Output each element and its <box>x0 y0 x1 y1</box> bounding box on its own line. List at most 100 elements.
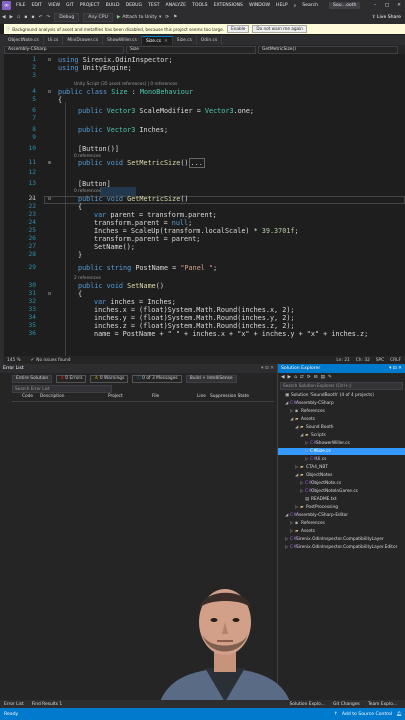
tree-item[interactable]: ▤ README.txt <box>278 496 405 503</box>
live-share-button[interactable]: ⇪ Live Share <box>372 15 401 20</box>
minimize-icon[interactable]: – <box>369 3 381 8</box>
tree-item[interactable]: ▷ C#Ui.cs <box>278 456 405 463</box>
col-line[interactable]: Line <box>197 394 206 399</box>
show-all-icon[interactable]: ▤ <box>321 375 325 380</box>
menu-debug[interactable]: DEBUG <box>123 3 146 8</box>
properties-icon[interactable]: ✎ <box>328 375 332 380</box>
tree-item[interactable]: ▷ C#ShowerWiller.cs <box>278 440 405 447</box>
tree-item[interactable]: ▷ ▪ References <box>278 408 405 415</box>
collapse-all-icon[interactable]: ⊟ <box>314 375 318 380</box>
menu-build[interactable]: BUILD <box>103 3 123 8</box>
tab-showwiller[interactable]: ShowWiller.cs <box>103 36 142 45</box>
tree-item[interactable]: ▷ ▰ PostProcessing <box>278 504 405 511</box>
tab-odin[interactable]: Odin.cs <box>197 36 223 45</box>
menu-git[interactable]: GIT <box>63 3 77 8</box>
col-code[interactable]: Code <box>22 394 33 399</box>
menu-test[interactable]: TEST <box>145 3 162 8</box>
tree-item[interactable]: ▣ Solution 'SoundBooth' (4 of 4 projects) <box>278 392 405 399</box>
tree-item[interactable]: ▷ ▪ References <box>278 520 405 527</box>
enable-button[interactable]: Enable <box>227 25 250 33</box>
line-ending-indicator[interactable]: CRLF <box>390 358 401 363</box>
panel-controls[interactable]: ▾ ⊡ ✕ <box>261 366 274 371</box>
tree-item[interactable]: ▷ C#ObjectNoteInGame.cs <box>278 488 405 495</box>
collapse-icon[interactable]: ⊟ <box>48 88 51 96</box>
tab-find-results[interactable]: Find Results 1 <box>28 702 66 707</box>
do-not-warn-button[interactable]: Do not warn me again <box>252 25 307 33</box>
issues-status[interactable]: No issues found <box>36 358 70 363</box>
class-dropdown[interactable]: Size <box>126 45 256 54</box>
menu-file[interactable]: FILE <box>13 3 28 8</box>
forward-icon[interactable]: ▶ <box>8 15 16 20</box>
tree-item[interactable]: ▷ ▰ Assets <box>278 528 405 535</box>
collapse-icon[interactable]: ⊟ <box>48 195 51 203</box>
menu-tools[interactable]: TOOLS <box>189 3 211 8</box>
member-dropdown[interactable]: GetMetricSize() <box>258 45 398 54</box>
save-all-icon[interactable]: ▪ <box>29 15 36 20</box>
tab-ui[interactable]: Ui.cs <box>44 36 64 45</box>
tab-error-list[interactable]: Error List <box>0 702 28 707</box>
tab-git-changes[interactable]: Git Changes <box>329 702 364 707</box>
zoom-level[interactable]: 145 % <box>4 358 21 363</box>
forward-icon[interactable]: ▶ <box>288 375 292 380</box>
panel-controls[interactable]: ▾ ⊡ ✕ <box>389 366 402 371</box>
col-description[interactable]: Description <box>40 394 64 399</box>
tree-item[interactable]: ▷ C#Size.cs <box>278 448 405 455</box>
tree-item[interactable]: ▷ C#ObjectNote.cs <box>278 480 405 487</box>
error-search-input[interactable]: Search Error List <box>12 385 112 393</box>
platform-dropdown[interactable]: Any CPU <box>83 13 113 22</box>
warnings-filter[interactable]: ⚠ 0 Warnings <box>90 375 129 383</box>
attach-button[interactable]: Attach to Unity <box>122 15 157 20</box>
menu-help[interactable]: HELP <box>273 3 291 8</box>
solution-search-input[interactable]: Search Solution Explorer (Ctrl+;) <box>280 382 403 390</box>
search-icon[interactable]: ⌕ <box>291 3 300 9</box>
build-source-dropdown[interactable]: Build + IntelliSense <box>185 375 237 383</box>
tree-item[interactable]: ◢ ▰ ObjectNotes <box>278 472 405 479</box>
bookmark-icon[interactable]: ⚑ <box>171 15 179 20</box>
home-icon[interactable]: ⌂ <box>294 375 297 380</box>
maximize-icon[interactable]: □ <box>381 3 393 8</box>
collapsed-region[interactable]: ... <box>188 158 205 168</box>
codelens-unity[interactable]: Unity Script (35 asset references) | 0 r… <box>74 82 177 87</box>
scope-dropdown[interactable]: Entire Solution <box>12 375 53 383</box>
tab-size[interactable]: Size.cs <box>173 36 197 45</box>
close-tab-icon[interactable]: ✕ <box>164 39 168 44</box>
refresh-icon[interactable]: ⟳ <box>307 375 311 380</box>
tree-item[interactable]: ◢ C#Assembly-CSharp <box>278 400 405 407</box>
expand-icon[interactable]: ⊞ <box>48 159 51 167</box>
config-dropdown[interactable]: Debug <box>54 13 80 22</box>
tab-solution-explorer[interactable]: Solution Explo... <box>286 702 329 707</box>
new-file-icon[interactable]: ▫ <box>15 15 22 20</box>
play-icon[interactable]: ▶ <box>117 15 121 20</box>
tree-item[interactable]: ◢ ▰ Scripts <box>278 432 405 439</box>
code-editor[interactable]: 1 2 3 4 5 6 7 8 9 10 11 12 13 21 22 23 2… <box>4 54 405 356</box>
col-file[interactable]: File <box>152 394 159 399</box>
tab-minidrawer[interactable]: MiniDrawer.cs <box>63 36 104 45</box>
menu-view[interactable]: VIEW <box>45 3 63 8</box>
menu-extensions[interactable]: EXTENSIONS <box>211 3 246 8</box>
redo-icon[interactable]: ↷ <box>44 15 52 20</box>
tab-objectnote[interactable]: ObjectNote.cs <box>4 36 44 45</box>
back-icon[interactable]: ◀ <box>0 15 8 20</box>
messages-filter[interactable]: ⓘ 0 of 3 Messages <box>132 375 182 383</box>
tree-item[interactable]: ▷ C#Sirenix.OdinInspector.CompatibilityLa… <box>278 544 405 551</box>
add-source-control[interactable]: Add to Source Control <box>342 712 392 717</box>
sync-icon[interactable]: ⇄ <box>300 375 304 380</box>
tree-item[interactable]: ◢ ▰ Assets <box>278 416 405 423</box>
codelens-refs[interactable]: 2 references <box>74 276 101 281</box>
tab-team-explorer[interactable]: Team Explo... <box>364 702 401 707</box>
tree-item[interactable]: ◢ C#Assembly-CSharp-Editor <box>278 512 405 519</box>
col-project[interactable]: Project <box>108 394 123 399</box>
col-suppression[interactable]: Suppression State <box>210 394 249 399</box>
menu-edit[interactable]: EDIT <box>28 3 45 8</box>
errors-filter[interactable]: ⊗ 0 Errors <box>56 375 87 383</box>
search-label[interactable]: Search <box>299 3 321 8</box>
menu-window[interactable]: WINDOW <box>246 3 273 8</box>
tab-size-active[interactable]: Size.cs ✕ <box>141 36 173 45</box>
close-icon[interactable]: ✕ <box>393 3 405 8</box>
tree-item[interactable]: ▷ ▰ CTA4_NBT <box>278 464 405 471</box>
collapse-icon[interactable]: ⊟ <box>48 56 51 64</box>
menu-project[interactable]: PROJECT <box>77 3 103 8</box>
quick-action-icon[interactable]: ✎ <box>31 195 34 203</box>
menu-analyze[interactable]: ANALYZE <box>163 3 190 8</box>
project-dropdown[interactable]: Assembly-CSharp <box>4 45 124 54</box>
